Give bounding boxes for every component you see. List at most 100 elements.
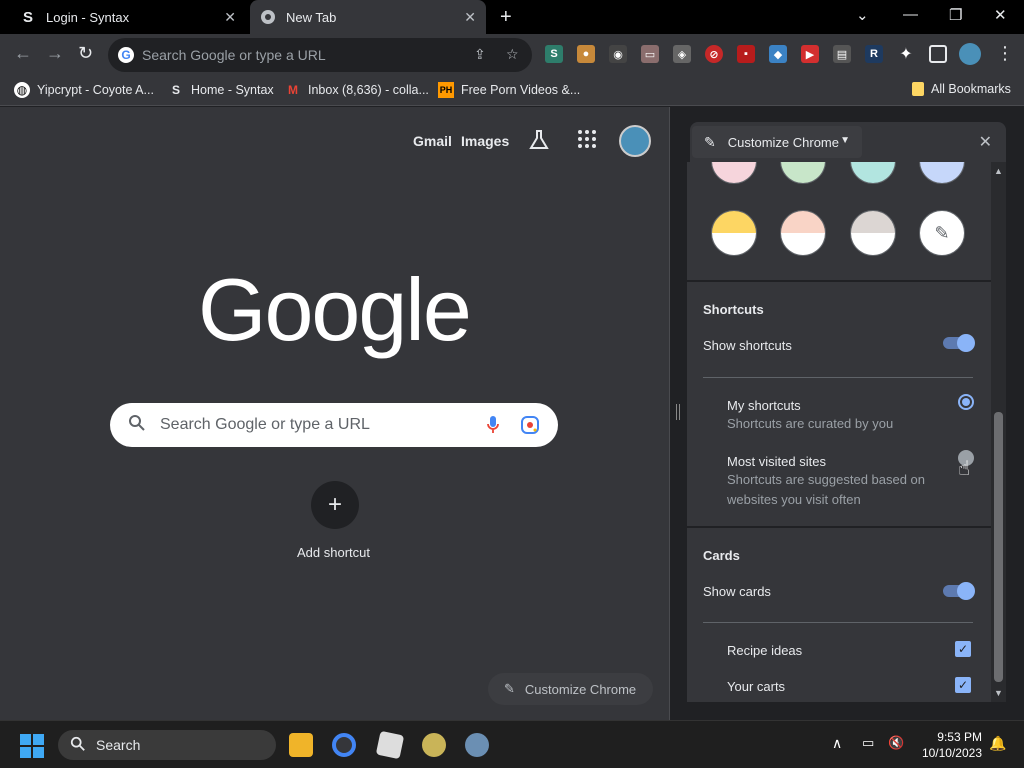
windows-start-icon[interactable] [20, 734, 44, 758]
red-badge-extension-icon[interactable]: ▪ [737, 45, 755, 63]
google-lens-icon[interactable] [520, 415, 540, 440]
close-window-icon[interactable]: ✕ [994, 6, 1007, 24]
ntp-search-box[interactable]: Search Google or type a URL [110, 403, 558, 447]
gmail-link[interactable]: Gmail [413, 133, 452, 149]
scrollbar-thumb[interactable] [994, 412, 1003, 682]
panel-resize-handle[interactable] [676, 404, 680, 420]
settings-gear-icon[interactable] [465, 733, 489, 757]
section-divider [687, 280, 991, 282]
tab-title: Login - Syntax [46, 9, 130, 25]
syntax-extension-icon[interactable]: S [545, 45, 563, 63]
add-shortcut-button[interactable]: + [311, 481, 359, 529]
panel-scrollbar[interactable]: ▲ ▼ [991, 162, 1006, 702]
bookmark-free-videos[interactable]: PH Free Porn Videos &... [438, 82, 580, 98]
roblox-icon[interactable] [375, 730, 405, 760]
bookmark-yipcrypt[interactable]: ◍ Yipcrypt - Coyote A... [14, 82, 154, 98]
microphone-icon[interactable] [486, 415, 500, 440]
theme-color-blue[interactable] [919, 162, 965, 184]
profile-avatar[interactable] [959, 43, 981, 65]
custom-color-eyedropper-icon[interactable]: ✎ [919, 210, 965, 256]
share-icon[interactable]: ⇪ [474, 46, 486, 63]
restore-icon[interactable]: ❐ [949, 6, 962, 24]
customize-panel: ✎ Shortcuts Show shortcuts My shortcuts … [687, 162, 991, 702]
your-carts-label: Your carts [727, 679, 786, 694]
panel-selector-dropdown[interactable]: ✎ Customize Chrome ▼ [692, 126, 862, 158]
separator [703, 377, 973, 378]
cookie-extension-icon[interactable]: ● [577, 45, 595, 63]
clock[interactable]: 9:53 PM 10/10/2023 [914, 729, 982, 761]
bee-app-icon[interactable] [422, 733, 446, 757]
shortcuts-section-title: Shortcuts [703, 302, 764, 317]
notification-bell-icon[interactable]: 🔔 [989, 735, 1006, 752]
youtube-extension-icon[interactable]: ▶ [801, 45, 819, 63]
scroll-up-icon[interactable]: ▲ [994, 166, 1003, 176]
display-icon[interactable]: ▭ [862, 735, 874, 751]
back-arrow-icon[interactable]: ← [14, 43, 32, 64]
tab-strip: S Login - Syntax ✕ New Tab ✕ + ⌄ — ❐ ✕ [0, 0, 1024, 34]
theme-color-green[interactable] [780, 162, 826, 184]
taskbar-search[interactable]: Search [58, 730, 276, 760]
menu-kebab-icon[interactable]: ⋮ [996, 43, 1014, 64]
side-panel-icon[interactable] [929, 45, 947, 63]
omnibox[interactable]: G Search Google or type a URL ⇪ ☆ [108, 38, 532, 72]
close-tab-icon[interactable]: ✕ [464, 9, 476, 26]
pencil-icon: ✎ [504, 681, 515, 696]
tab-new-tab[interactable]: New Tab ✕ [250, 0, 486, 34]
bookmark-star-icon[interactable]: ☆ [506, 46, 519, 63]
close-panel-icon[interactable]: ✕ [979, 132, 992, 152]
blue-extension-icon[interactable]: ◆ [769, 45, 787, 63]
labs-flask-icon[interactable] [528, 129, 550, 154]
theme-color-yellow[interactable] [711, 210, 757, 256]
chrome-taskbar-icon[interactable] [332, 733, 356, 757]
eyes-extension-icon[interactable]: ◉ [609, 45, 627, 63]
new-tab-plus-icon[interactable]: + [500, 6, 512, 29]
file-explorer-icon[interactable] [289, 733, 313, 757]
syntax-s-icon: S [171, 83, 180, 97]
cards-section-title: Cards [703, 548, 740, 563]
minimize-icon[interactable]: — [903, 6, 918, 23]
r-extension-icon[interactable]: R [865, 45, 883, 63]
theme-color-teal[interactable] [850, 162, 896, 184]
separator [703, 622, 973, 623]
most-visited-description-line1: Shortcuts are suggested based on [727, 472, 926, 487]
close-tab-icon[interactable]: ✕ [224, 9, 236, 26]
most-visited-description-line2: websites you visit often [727, 492, 861, 507]
theme-color-peach[interactable] [780, 210, 826, 256]
image-extension-icon[interactable]: ▭ [641, 45, 659, 63]
theme-color-grey[interactable] [850, 210, 896, 256]
section-divider [687, 526, 991, 528]
images-link[interactable]: Images [461, 133, 509, 149]
red-circle-extension-icon[interactable]: ⊘ [705, 45, 723, 63]
bookmark-home-syntax[interactable]: S Home - Syntax [168, 82, 274, 98]
hand-cursor-icon: ☝ [958, 458, 971, 480]
all-bookmarks[interactable]: All Bookmarks [912, 82, 1011, 96]
show-cards-toggle[interactable] [943, 582, 975, 600]
google-logo: Google [198, 260, 472, 359]
apps-grid-icon[interactable] [577, 129, 597, 152]
tab-search-chevron-icon[interactable]: ⌄ [856, 6, 869, 24]
chevron-up-icon[interactable]: ∧ [832, 735, 842, 752]
search-placeholder: Search Google or type a URL [160, 416, 370, 433]
bookmark-inbox[interactable]: M Inbox (8,636) - colla... [285, 82, 429, 98]
globe-icon: ◍ [14, 82, 30, 98]
puzzle-extensions-icon[interactable]: ✦ [897, 45, 915, 63]
show-shortcuts-toggle[interactable] [943, 334, 975, 352]
folder-icon [912, 82, 924, 96]
recipe-ideas-checkbox[interactable]: ✓ [955, 641, 971, 657]
theme-color-pink[interactable] [711, 162, 757, 184]
ublock-shield-icon[interactable]: ◈ [673, 45, 691, 63]
side-panel-header: ✎ Customize Chrome ▼ ✕ [690, 122, 1006, 162]
your-carts-checkbox[interactable]: ✓ [955, 677, 971, 693]
my-shortcuts-radio[interactable] [958, 394, 974, 410]
forward-arrow-icon[interactable]: → [46, 43, 64, 64]
reload-icon[interactable]: ↻ [78, 43, 93, 64]
customize-chrome-button[interactable]: ✎ Customize Chrome [488, 673, 653, 705]
scroll-down-icon[interactable]: ▼ [994, 688, 1003, 698]
google-g-icon: G [118, 47, 134, 63]
windows-taskbar: Search ∧ ▭ 🔇 9:53 PM 10/10/2023 🔔 [0, 720, 1024, 768]
profile-avatar[interactable] [619, 125, 651, 157]
speaker-muted-icon[interactable]: 🔇 [888, 735, 904, 751]
image-tool-extension-icon[interactable]: ▤ [833, 45, 851, 63]
my-shortcuts-description: Shortcuts are curated by you [727, 416, 894, 431]
tab-login-syntax[interactable]: S Login - Syntax ✕ [0, 0, 246, 34]
